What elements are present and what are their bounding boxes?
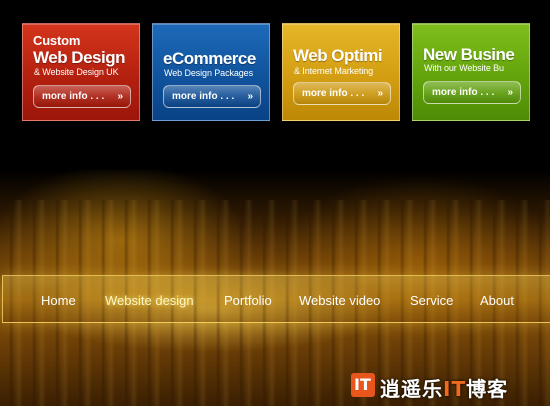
double-arrow-icon: » <box>507 87 512 98</box>
double-arrow-icon: » <box>117 91 122 102</box>
box-subtitle: & Website Design UK <box>34 67 119 77</box>
main-navigation: Home Website design Portfolio Website vi… <box>2 275 550 323</box>
box-title: eCommerce <box>163 49 256 68</box>
double-arrow-icon: » <box>377 88 382 99</box>
more-info-label: more info . . . <box>172 91 235 102</box>
nav-item-portfolio[interactable]: Portfolio <box>224 293 272 308</box>
nav-item-website-video[interactable]: Website video <box>299 293 380 308</box>
nav-item-home[interactable]: Home <box>41 293 76 308</box>
watermark-text-after: 博客 <box>466 377 509 401</box>
site-watermark: IT 逍遥乐IT博客 <box>351 373 541 402</box>
nav-item-service[interactable]: Service <box>410 293 453 308</box>
web-optimisation-box[interactable]: Web Optimi & Internet Marketing more inf… <box>282 23 400 121</box>
more-info-label: more info . . . <box>432 87 495 98</box>
box-kicker: Custom <box>33 33 81 48</box>
box-subtitle: & Internet Marketing <box>294 66 374 76</box>
watermark-text-before: 逍遥乐 <box>380 377 443 401</box>
ecommerce-box[interactable]: eCommerce Web Design Packages more info … <box>152 23 270 121</box>
logo-glyph: IT <box>354 375 371 394</box>
more-info-label: more info . . . <box>302 88 365 99</box>
box-title: Web Design <box>33 48 125 67</box>
nav-item-about[interactable]: About <box>480 293 514 308</box>
box-subtitle: Web Design Packages <box>164 68 253 78</box>
box-title: Web Optimi <box>293 46 383 65</box>
nav-item-website-design[interactable]: Website design <box>105 293 194 308</box>
new-business-box[interactable]: New Busine With our Website Bu more info… <box>412 23 530 121</box>
service-boxes: Custom Web Design & Website Design UK mo… <box>0 0 550 200</box>
double-arrow-icon: » <box>247 91 252 102</box>
box-title: New Busine <box>423 45 515 64</box>
watermark-text-highlight: IT <box>443 377 467 401</box>
new-business-more-info-button[interactable]: more info . . . » <box>423 81 521 104</box>
it-logo-icon: IT <box>351 373 375 397</box>
web-optimisation-more-info-button[interactable]: more info . . . » <box>293 82 391 105</box>
watermark-text: 逍遥乐IT博客 <box>380 373 508 402</box>
ecommerce-more-info-button[interactable]: more info . . . » <box>163 85 261 108</box>
web-design-box[interactable]: Custom Web Design & Website Design UK mo… <box>22 23 140 121</box>
web-design-more-info-button[interactable]: more info . . . » <box>33 85 131 108</box>
box-subtitle: With our Website Bu <box>424 63 504 73</box>
more-info-label: more info . . . <box>42 91 105 102</box>
